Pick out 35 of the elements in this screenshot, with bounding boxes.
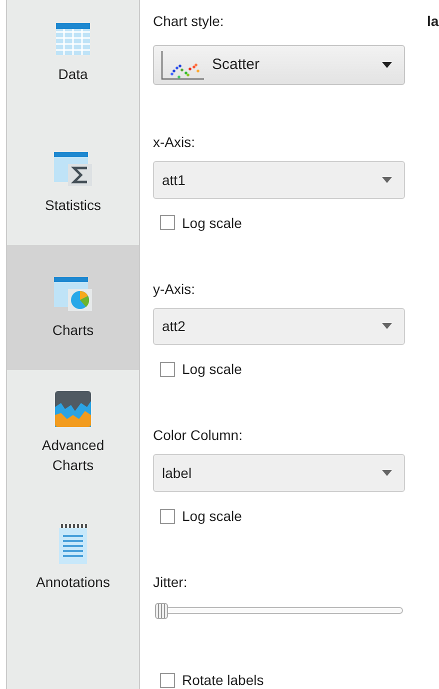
caret-icon [382, 176, 392, 183]
scatter-plot-icon [160, 48, 204, 81]
jitter-slider[interactable] [155, 603, 403, 620]
sigma-table-icon [53, 150, 93, 186]
field-label: x-Axis: [153, 132, 195, 151]
sidebar-item[interactable]: Advanced Charts [7, 370, 139, 495]
checkbox[interactable] [160, 215, 175, 230]
checkbox-label: Rotate labels [182, 671, 264, 689]
field-label: Jitter: [153, 573, 188, 592]
chart-style-dropdown[interactable]: Scatter [153, 45, 405, 85]
checkbox-label: Log scale [182, 507, 242, 526]
sidebar-item[interactable]: Statistics [7, 120, 139, 245]
table-icon [55, 22, 91, 56]
caret-icon [382, 323, 392, 330]
slider-thumb[interactable] [155, 603, 168, 620]
dropdown[interactable]: att2 [153, 308, 405, 346]
checkbox-label: Log scale [182, 360, 242, 378]
area-chart-icon [55, 390, 91, 426]
checkbox[interactable] [160, 362, 175, 377]
dropdown[interactable]: label [153, 454, 405, 492]
sidebar-item[interactable]: Charts [7, 245, 139, 370]
caret-icon [382, 470, 392, 476]
sidebar-item[interactable]: Data [7, 0, 139, 120]
sidebar-item[interactable]: Annotations [7, 495, 139, 620]
field-label: Color Column: [153, 426, 242, 444]
section-heading: la [427, 13, 439, 29]
checkbox-label: Log scale [182, 214, 242, 232]
field-label: y-Axis: [153, 280, 195, 298]
checkbox[interactable] [160, 508, 175, 524]
dropdown[interactable]: att1 [153, 160, 405, 199]
field-label: Chart style: [153, 12, 224, 30]
checkbox[interactable] [160, 672, 175, 688]
pie-chart-table-icon [53, 276, 93, 312]
caret-icon [382, 62, 392, 68]
notepad-icon [58, 524, 88, 564]
